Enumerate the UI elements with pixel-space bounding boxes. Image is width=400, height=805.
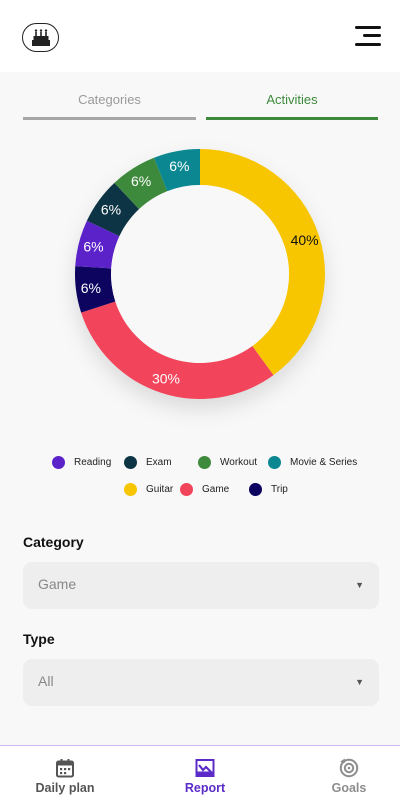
legend-label: Reading bbox=[74, 457, 112, 468]
birthday-cake-icon bbox=[31, 28, 50, 46]
app-header bbox=[0, 0, 400, 72]
nav-daily-plan[interactable]: Daily plan bbox=[10, 746, 120, 805]
nav-goals[interactable]: Goals bbox=[294, 746, 400, 805]
nav-label: Daily plan bbox=[35, 781, 95, 795]
type-select[interactable]: All ▼ bbox=[23, 659, 379, 706]
donut-label-3: 6% bbox=[83, 239, 103, 255]
legend-label: Workout bbox=[220, 457, 258, 468]
category-label: Category bbox=[23, 534, 84, 550]
legend-dot bbox=[124, 483, 137, 496]
legend-label: Trip bbox=[271, 484, 288, 495]
donut-label-2: 6% bbox=[81, 280, 101, 296]
legend-item-reading: Reading bbox=[52, 456, 111, 469]
type-label: Type bbox=[23, 631, 55, 647]
donut-label-6: 6% bbox=[169, 158, 189, 174]
legend-dot bbox=[180, 483, 193, 496]
goals-target-icon bbox=[339, 758, 359, 778]
chevron-down-icon: ▼ bbox=[355, 580, 364, 590]
category-value: Game bbox=[38, 576, 77, 592]
legend-item-game: Game bbox=[180, 483, 229, 496]
menu-button[interactable] bbox=[355, 24, 381, 48]
nav-label: Report bbox=[184, 781, 226, 795]
donut-label-4: 6% bbox=[101, 201, 121, 217]
legend-item-guitar: Guitar bbox=[124, 483, 173, 496]
calendar-icon bbox=[56, 759, 74, 778]
nav-report[interactable]: Report bbox=[150, 746, 260, 805]
legend-label: Guitar bbox=[146, 484, 174, 495]
legend-dot bbox=[268, 456, 281, 469]
legend-item-workout: Workout bbox=[198, 456, 257, 469]
chevron-down-icon: ▼ bbox=[355, 677, 364, 687]
app-logo[interactable] bbox=[22, 23, 59, 52]
legend-dot bbox=[249, 483, 262, 496]
donut-label-5: 6% bbox=[131, 173, 151, 189]
chart-icon bbox=[195, 759, 215, 777]
legend-dot bbox=[52, 456, 65, 469]
legend-label: Movie & Series bbox=[290, 457, 358, 468]
legend-label: Exam bbox=[146, 457, 172, 468]
activities-donut-chart: 40% 30% 6% 6% 6% 6% 6% bbox=[74, 149, 325, 399]
report-tabs: Categories Activities bbox=[23, 88, 378, 120]
legend-dot bbox=[124, 456, 137, 469]
nav-label: Goals bbox=[331, 781, 367, 795]
type-value: All bbox=[38, 673, 54, 689]
menu-icon bbox=[355, 26, 381, 29]
bottom-navigation: Daily plan Report Goals bbox=[0, 745, 400, 805]
category-select[interactable]: Game ▼ bbox=[23, 562, 379, 609]
tab-categories[interactable]: Categories bbox=[23, 88, 196, 120]
menu-icon-bottom-line bbox=[355, 43, 381, 46]
chart-legend: Reading Exam Workout Movie & Series Guit… bbox=[0, 450, 400, 510]
donut-label-0: 40% bbox=[291, 232, 319, 248]
legend-item-movie-series: Movie & Series bbox=[268, 456, 357, 469]
legend-label: Game bbox=[202, 484, 230, 495]
donut-label-1: 30% bbox=[152, 371, 180, 387]
menu-icon-middle-line bbox=[363, 34, 381, 37]
donut-hole bbox=[111, 185, 289, 363]
tab-activities[interactable]: Activities bbox=[206, 88, 378, 120]
legend-dot bbox=[198, 456, 211, 469]
legend-item-exam: Exam bbox=[124, 456, 172, 469]
legend-item-trip: Trip bbox=[249, 483, 288, 496]
